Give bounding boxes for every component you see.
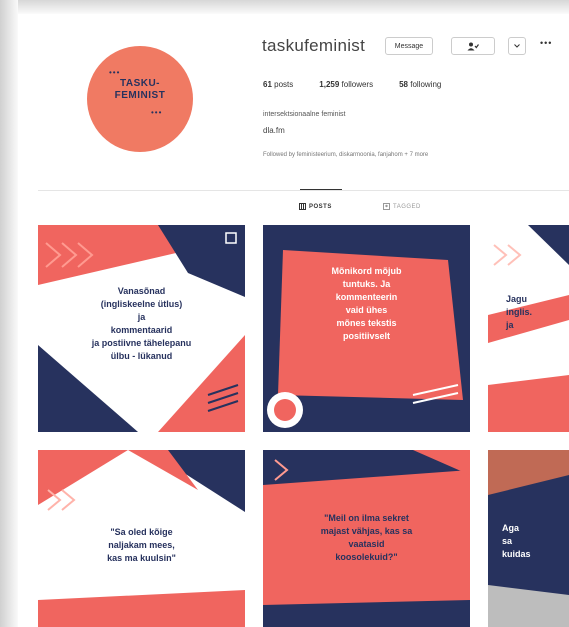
post-caption: "Meil on ilma sekret majast vähjas, kas … — [320, 513, 413, 562]
avatar-dots-bottom: ••• — [151, 108, 163, 117]
grid-icon — [299, 203, 306, 210]
bio-text: intersektsionaalne feminist — [263, 111, 346, 118]
followed-by-text[interactable]: Followed by feministeerium, diskarmoonia… — [263, 152, 428, 158]
post-tile[interactable]: Vanasõnad (ingliskeelne ütlus) ja kommen… — [38, 225, 245, 432]
post-tile[interactable]: Jagu inglis. ja — [488, 225, 569, 432]
tab-tagged[interactable]: TAGGED — [383, 203, 421, 210]
active-tab-indicator — [300, 189, 342, 190]
follow-status-button[interactable] — [451, 37, 495, 55]
post-caption: Aga sa kuidas — [502, 523, 531, 559]
post-caption: Mõnikord mõjub tuntuks. Ja kommenteerin … — [331, 266, 402, 341]
user-check-icon — [467, 42, 479, 50]
post-tile[interactable]: "Sa oled kõige naljakam mees, kas ma kuu… — [38, 450, 245, 627]
tag-icon — [383, 203, 390, 210]
post-tile[interactable]: Aga sa kuidas — [488, 450, 569, 627]
post-tile[interactable]: "Meil on ilma sekret majast vähjas, kas … — [263, 450, 470, 627]
profile-username: taskufeminist — [262, 36, 366, 55]
following-stat[interactable]: 58 following — [399, 80, 441, 89]
instagram-profile-page: ••• TASKU- FEMINIST ••• taskufeminist Me… — [0, 0, 569, 627]
suggested-dropdown-button[interactable] — [508, 37, 526, 55]
tab-posts[interactable]: POSTS — [299, 203, 332, 210]
post-caption: "Sa oled kõige naljakam mees, kas ma kuu… — [107, 527, 176, 563]
profile-divider — [38, 190, 569, 191]
profile-stats: 61 posts 1,259 followers 58 following — [263, 80, 441, 89]
avatar-logo-text: TASKU- FEMINIST — [114, 78, 166, 101]
window-shadow-top — [0, 0, 569, 14]
post-caption: Jagu inglis. ja — [506, 294, 533, 330]
more-options-icon[interactable]: ••• — [540, 38, 552, 48]
bio-link[interactable]: dla.fm — [263, 126, 285, 135]
message-button[interactable]: Message — [385, 37, 433, 55]
post-tile[interactable]: Mõnikord mõjub tuntuks. Ja kommenteerin … — [263, 225, 470, 432]
chevron-down-icon — [514, 44, 520, 48]
posts-stat: 61 posts — [263, 80, 294, 89]
post-caption: Vanasõnad (ingliskeelne ütlus) ja kommen… — [91, 286, 192, 361]
window-shadow-left — [0, 0, 18, 627]
followers-stat[interactable]: 1,259 followers — [319, 80, 373, 89]
profile-avatar[interactable]: ••• TASKU- FEMINIST ••• — [87, 46, 193, 152]
avatar-dots-top: ••• — [109, 68, 121, 77]
